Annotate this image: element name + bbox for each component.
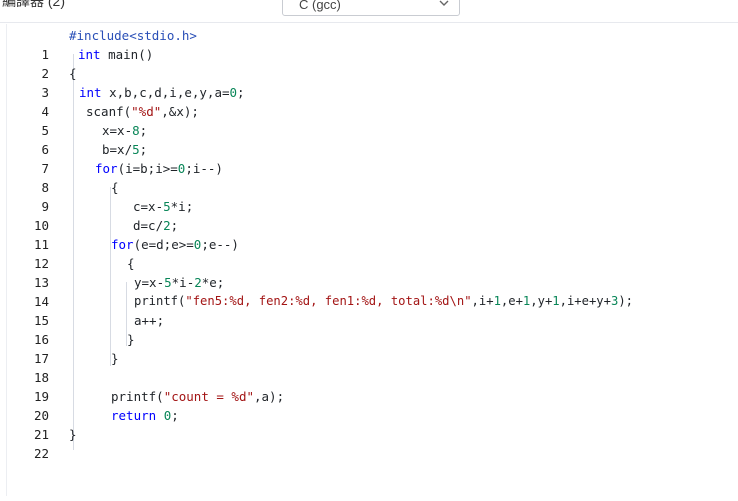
code-token: *i; — [170, 199, 194, 214]
code-token: } — [127, 332, 135, 347]
code-line: 2 int main() — [7, 45, 733, 81]
code-line: 20 printf("count = %d",a); — [7, 387, 733, 423]
code-token: b=x/ — [102, 142, 133, 157]
code-token: y=x- — [134, 275, 165, 290]
editor-toolbar: 編譯器 (2) C (gcc) — [0, 0, 738, 23]
code-token: a++; — [134, 313, 165, 328]
code-token: for — [111, 237, 134, 252]
code-line: 5 scanf("%d",&x); — [7, 102, 733, 138]
code-token: c=x- — [133, 199, 164, 214]
code-token: (e=d;e>= — [133, 237, 194, 252]
code-token: ; — [139, 123, 148, 138]
code-token: printf( — [111, 389, 164, 404]
code-line: 14 y=x-5*i-2*e; — [7, 273, 733, 309]
code-token: ;i--) — [185, 161, 223, 176]
code-token: 2 — [194, 275, 202, 290]
code-token: 5 — [164, 275, 172, 290]
code-token: } — [69, 427, 77, 442]
code-line: 3 { — [7, 64, 733, 100]
code-token: { — [127, 256, 135, 271]
code-line: 11 d=c/2; — [7, 216, 733, 252]
code-token: 5 — [163, 199, 171, 214]
code-token: #include<stdio.h> — [69, 28, 197, 43]
code-line: 22 } — [7, 425, 733, 461]
code-token: "fen5:%d, fen2:%d, fen1:%d, total:%d\n" — [185, 294, 472, 308]
code-line: 9 { — [7, 178, 733, 214]
code-token: ,i+e+y+ — [559, 294, 611, 308]
language-select[interactable]: C (gcc) — [282, 0, 460, 16]
code-editor[interactable]: 1 #include<stdio.h> 2 int main() 3 { 4 i… — [6, 24, 738, 496]
code-token: ;e--) — [201, 237, 239, 252]
code-token: return — [111, 408, 157, 423]
code-token: d=c/ — [133, 218, 164, 233]
code-line: 6 x=x-8; — [7, 121, 733, 157]
code-token: ; — [171, 408, 179, 423]
code-token: ,y+ — [530, 294, 553, 308]
code-line: 1 #include<stdio.h> — [7, 26, 733, 62]
code-line: 21 return 0; — [7, 406, 733, 442]
code-line: 10 c=x-5*i; — [7, 197, 733, 233]
code-token: (i=b;i>= — [117, 161, 178, 176]
code-token: "%d" — [131, 104, 162, 119]
code-line: 8 for(i=b;i>=0;i--) — [7, 159, 733, 195]
code-token: main() — [100, 47, 154, 62]
code-line: 4 int x,b,c,d,i,e,y,a=0; — [7, 83, 733, 119]
code-line: 12 for(e=d;e>=0;e--) — [7, 235, 733, 271]
code-token: ); — [618, 294, 634, 308]
code-token: ; — [170, 218, 179, 233]
language-select-value: C (gcc) — [299, 0, 341, 12]
code-token: ,i+ — [471, 294, 494, 308]
code-token: 1 — [552, 294, 560, 308]
code-token: scanf( — [86, 104, 132, 119]
code-token: int — [78, 47, 101, 62]
code-line: 18 } — [7, 349, 733, 385]
code-token: x,b,c,d,i,e,y,a= — [101, 85, 230, 100]
code-token: { — [69, 66, 77, 81]
code-token: *e; — [201, 275, 225, 290]
code-line: 13 { — [7, 254, 733, 290]
code-token: "count = %d" — [163, 389, 254, 404]
compiler-label: 編譯器 (2) — [2, 0, 65, 9]
code-token: x=x- — [102, 123, 133, 138]
code-token: int — [79, 85, 102, 100]
code-line: 15 printf("fen5:%d, fen2:%d, fen1:%d, to… — [7, 292, 733, 328]
code-line: 7 b=x/5; — [7, 140, 733, 176]
line-number: 22 — [33, 446, 49, 461]
code-token: printf( — [134, 294, 186, 308]
chevron-down-icon — [439, 0, 449, 6]
code-token: 8 — [132, 123, 140, 138]
code-line: 16 a++; — [7, 311, 733, 347]
code-line: 19 — [7, 368, 733, 404]
code-token: { — [111, 180, 119, 195]
code-token: *i- — [171, 275, 195, 290]
code-token: ,a); — [254, 389, 285, 404]
code-token: ,e+ — [500, 294, 523, 308]
code-line: 17 } — [7, 330, 733, 366]
code-token: ,&x); — [161, 104, 199, 119]
code-token: 1 — [493, 294, 501, 308]
code-token: ; — [237, 85, 245, 100]
code-token: 2 — [163, 218, 171, 233]
code-token: ; — [139, 142, 148, 157]
code-token: } — [111, 351, 119, 366]
code-token: for — [95, 161, 118, 176]
code-token: 0 — [229, 85, 238, 100]
code-token: 5 — [132, 142, 140, 157]
